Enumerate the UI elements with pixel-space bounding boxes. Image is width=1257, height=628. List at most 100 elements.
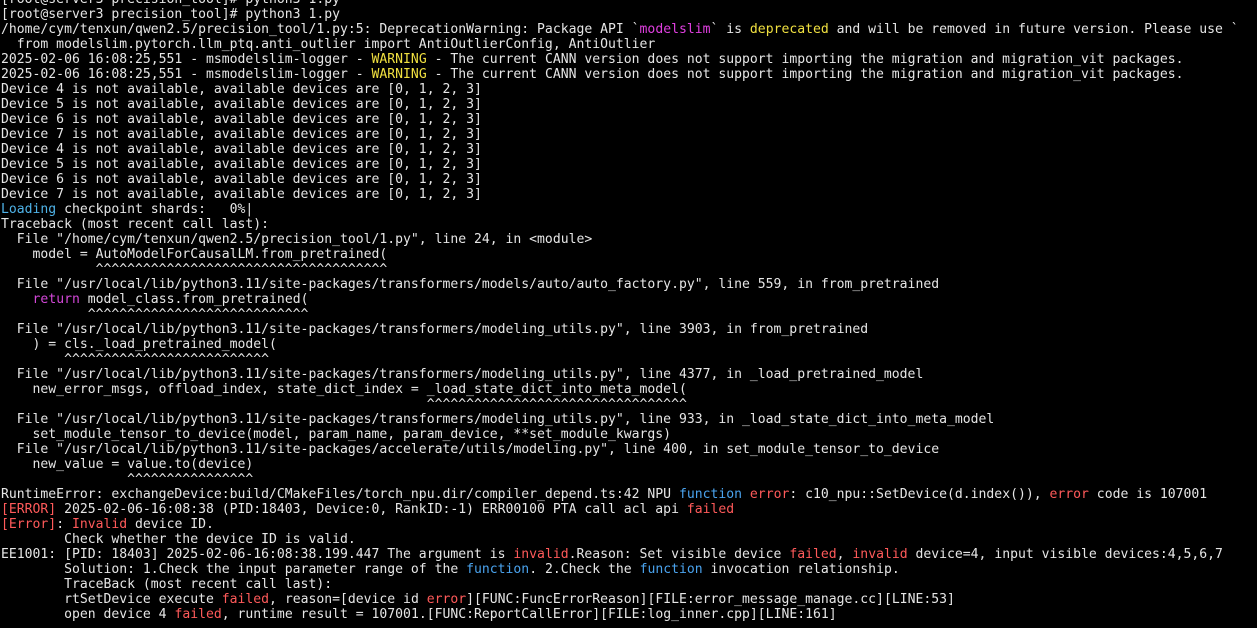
terminal-text-span: Device 7 is not available, available dev… [1, 127, 482, 142]
terminal-text-span: Solution: 1.Check the input parameter ra… [1, 562, 467, 577]
terminal-line: model = AutoModelForCausalLM.from_pretra… [1, 247, 1257, 262]
terminal-text-span: File "/home/cym/tenxun/qwen2.5/precision… [1, 232, 593, 247]
terminal-line: return model_class.from_pretrained( [1, 292, 1257, 307]
terminal-text-span: File "/usr/local/lib/python3.11/site-pac… [1, 442, 940, 457]
terminal-line: 2025-02-06 16:08:25,551 - msmodelslim-lo… [1, 67, 1257, 82]
terminal-line: new_error_msgs, offload_index, state_dic… [1, 382, 1257, 397]
terminal-text-span: new_error_msgs, offload_index, state_dic… [1, 382, 687, 397]
terminal-text-span: Traceback (most recent call last): [1, 217, 270, 232]
terminal-text-span: error [426, 592, 467, 607]
terminal-line: Traceback (most recent call last): [1, 217, 1257, 232]
terminal-text-span: , reason=[device id [269, 592, 427, 607]
terminal-text-span: from modelslim.pytorch.llm_ptq.anti_outl… [1, 37, 656, 52]
terminal-text-span: open device 4 [1, 607, 175, 622]
terminal-text-span: File "/usr/local/lib/python3.11/site-pac… [1, 277, 940, 292]
terminal-line: Device 4 is not available, available dev… [1, 82, 1257, 97]
terminal-text-span: ^^^^^^^^^^^^^^^^^^^^^^^^^^^^ [1, 307, 309, 322]
terminal-text-span: .Reason: Set visible device [568, 547, 790, 562]
terminal-text-span: Device 7 is not available, available dev… [1, 187, 482, 202]
terminal-text-span: - The current CANN version does not supp… [426, 52, 1184, 67]
terminal-text-span: invalid [513, 547, 569, 562]
terminal-text-span: device=4, input visible devices:4,5,6,7 [907, 547, 1223, 562]
terminal-text-span: ^^^^^^^^^^^^^^^^^^^^^^^^^^ [1, 352, 270, 367]
terminal-line: File "/usr/local/lib/python3.11/site-pac… [1, 322, 1257, 337]
terminal-line: 2025-02-06 16:08:25,551 - msmodelslim-lo… [1, 52, 1257, 67]
terminal-text-span: File "/usr/local/lib/python3.11/site-pac… [1, 322, 869, 337]
terminal-text-span: modelslim [639, 22, 711, 37]
terminal-line: RuntimeError: exchangeDevice:build/CMake… [1, 487, 1257, 502]
terminal-text-span: 2025-02-06-16:08:38 (PID:18403, Device:0… [56, 502, 687, 517]
terminal-line: File "/usr/local/lib/python3.11/site-pac… [1, 412, 1257, 427]
terminal-text-span: failed [221, 592, 270, 607]
terminal-line: rtSetDevice execute failed, reason=[devi… [1, 592, 1257, 607]
terminal-text-span: : [56, 517, 72, 532]
terminal-line: ^^^^^^^^^^^^^^^^ [1, 472, 1257, 487]
terminal-line: Device 7 is not available, available dev… [1, 127, 1257, 142]
terminal-text-span: model = AutoModelForCausalLM.from_pretra… [1, 247, 388, 262]
terminal-text-span: code is 107001 [1088, 487, 1208, 502]
terminal-text-span: return [32, 292, 80, 307]
terminal-text-span: 2025-02-06 16:08:25,551 - msmodelslim-lo… [1, 67, 372, 82]
terminal-line: ^^^^^^^^^^^^^^^^^^^^^^^^^^^^^^^^^ [1, 397, 1257, 412]
terminal-text-span: TraceBack (most recent call last): [1, 577, 333, 592]
terminal-line: new_value = value.to(device) [1, 457, 1257, 472]
terminal-text-span: ^^^^^^^^^^^^^^^^^^^^^^^^^^^^^^^^^ [1, 397, 687, 412]
terminal-text-span: error [1049, 487, 1089, 502]
terminal-text-span: : c10_npu::SetDevice(d.index()), [789, 487, 1050, 502]
terminal-text-span: device ID. [127, 517, 214, 532]
terminal-text-span: . 2.Check the [529, 562, 640, 577]
terminal-line: from modelslim.pytorch.llm_ptq.anti_outl… [1, 37, 1257, 52]
terminal-text-span: Device 4 is not available, available dev… [1, 142, 482, 157]
terminal-text-span: Device 5 is not available, available dev… [1, 97, 482, 112]
terminal-text-span: set_module_tensor_to_device(model, param… [1, 427, 672, 442]
terminal-text-span: failed [686, 502, 735, 517]
terminal-text-span: WARNING [371, 52, 427, 67]
terminal-text-span: EE1001: [PID: 18403] 2025-02-06-16:08:38… [1, 547, 514, 562]
terminal-line: [Error]: Invalid device ID. [1, 517, 1257, 532]
terminal-text-span: [ERROR] [1, 502, 57, 517]
terminal-text-span: checkpoint shards: 0%| [56, 202, 254, 217]
terminal-line: Loading checkpoint shards: 0%| [1, 202, 1257, 217]
terminal-text-span: Check whether the device ID is valid. [1, 532, 356, 547]
terminal-line: ) = cls._load_pretrained_model( [1, 337, 1257, 352]
terminal-line: Device 5 is not available, available dev… [1, 97, 1257, 112]
terminal-text-span: ^^^^^^^^^^^^^^^^ [1, 472, 254, 487]
terminal-line: Check whether the device ID is valid. [1, 532, 1257, 547]
terminal-line: [root@server3 precision_tool]# python3 1… [1, 7, 1257, 22]
terminal-line: open device 4 failed, runtime result = 1… [1, 607, 1257, 622]
terminal-text-span: Device 6 is not available, available dev… [1, 112, 482, 127]
terminal-text-span: ^^^^^^^^^^^^^^^^^^^^^^^^^^^^^^^^^^^^^ [1, 262, 388, 277]
terminal-text-span [340, 0, 742, 7]
terminal-text-span: Loading [1, 202, 57, 217]
terminal-text-span: File "/usr/local/lib/python3.11/site-pac… [1, 367, 924, 382]
terminal-line: [ERROR] 2025-02-06-16:08:38 (PID:18403, … [1, 502, 1257, 517]
terminal-line: /home/cym/tenxun/qwen2.5/precision_tool/… [1, 22, 1257, 37]
terminal-line: EE1001: [PID: 18403] 2025-02-06-16:08:38… [1, 547, 1257, 562]
terminal-text-span: Device 4 is not available, available dev… [1, 82, 482, 97]
terminal-text-span: ) = cls._load_pretrained_model( [1, 337, 277, 352]
terminal-line: ^^^^^^^^^^^^^^^^^^^^^^^^^^^^ [1, 307, 1257, 322]
terminal-text-span: [root@server3 precision_tool]# python3 1… [1, 7, 340, 22]
terminal-text-span: Device 5 is not available, available dev… [1, 157, 482, 172]
terminal-text-span: [root@server3 precision_tool]# python3 1… [1, 0, 340, 7]
terminal-text-span: failed [174, 607, 222, 622]
terminal-text-span [1, 292, 33, 307]
terminal-text-span: function [678, 487, 743, 502]
terminal-text-span: Invalid [71, 517, 128, 532]
terminal-text-span: error [749, 487, 790, 502]
terminal-text-span: new_value = value.to(device) [1, 457, 254, 472]
terminal-line: File "/home/cym/tenxun/qwen2.5/precision… [1, 232, 1257, 247]
terminal-window[interactable]: [root@server3 precision_tool]# python3 1… [0, 0, 1257, 628]
terminal-line: Solution: 1.Check the input parameter ra… [1, 562, 1257, 577]
terminal-text-span: and will be removed in future version. P… [828, 22, 1239, 37]
terminal-text-span: model_class.from_pretrained( [79, 292, 309, 307]
terminal-text-span: - The current CANN version does not supp… [426, 67, 1184, 82]
terminal-line: set_module_tensor_to_device(model, param… [1, 427, 1257, 442]
terminal-text-span: [Error] [1, 517, 57, 532]
terminal-text-span: /home/cym/tenxun/qwen2.5/precision_tool/… [1, 22, 640, 37]
terminal-text-span: Device 6 is not available, available dev… [1, 172, 482, 187]
terminal-line: Device 7 is not available, available dev… [1, 187, 1257, 202]
terminal-text-span [742, 487, 750, 502]
terminal-line: File "/usr/local/lib/python3.11/site-pac… [1, 367, 1257, 382]
terminal-text-span: ` is [710, 22, 750, 37]
